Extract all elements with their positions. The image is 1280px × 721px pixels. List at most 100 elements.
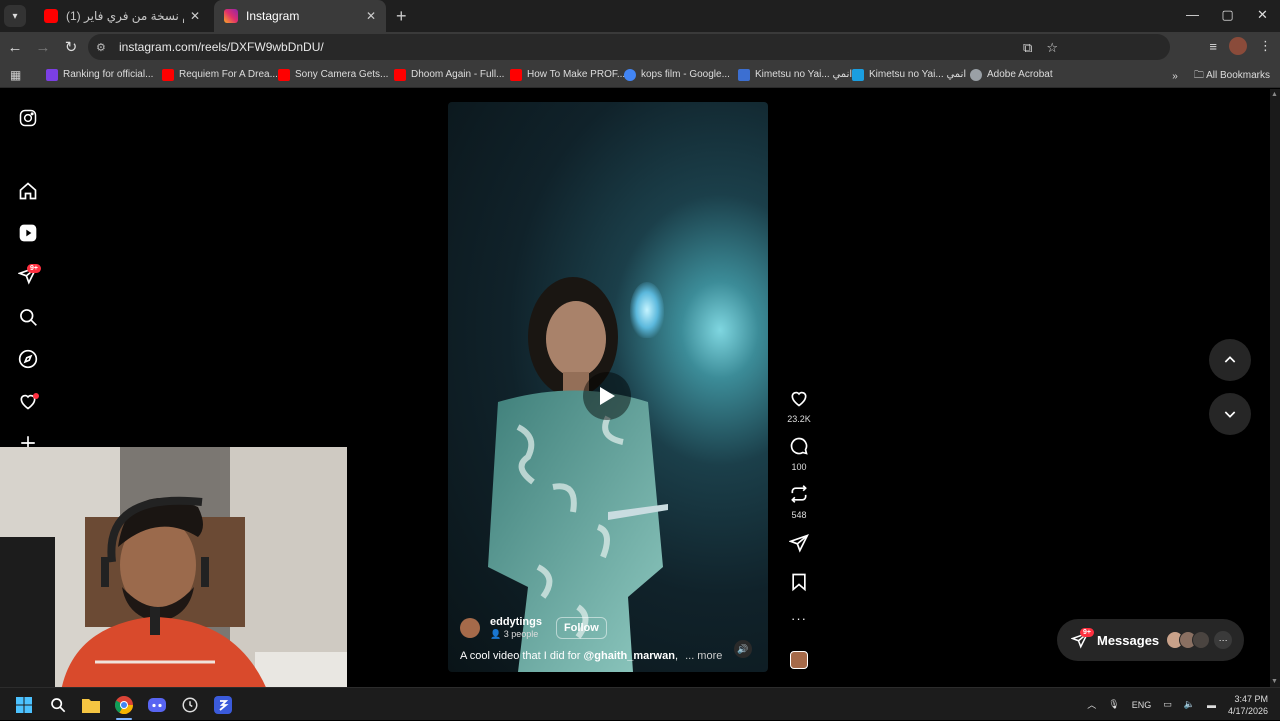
instagram-logo-icon[interactable] bbox=[17, 107, 39, 129]
bookmark-item[interactable]: Adobe Acrobat bbox=[970, 68, 1053, 81]
microphone-icon[interactable]: 🎙 bbox=[1108, 699, 1119, 710]
install-app-icon[interactable]: ⧉ bbox=[1023, 40, 1032, 56]
google-favicon-icon bbox=[624, 68, 636, 81]
bookmark-item[interactable]: Kimetsu no Yai... انمي bbox=[852, 68, 966, 81]
new-tab-button[interactable]: + bbox=[396, 6, 407, 27]
previous-reel-button[interactable] bbox=[1209, 339, 1251, 381]
bookmark-item[interactable]: How To Make PROF... bbox=[510, 68, 625, 81]
site-settings-icon[interactable]: ⚙ bbox=[96, 41, 110, 54]
comment-action[interactable]: 100 bbox=[785, 436, 813, 472]
forward-arrow-icon[interactable]: → bbox=[30, 39, 56, 56]
author-username[interactable]: eddytings bbox=[490, 616, 542, 628]
notification-dot bbox=[33, 393, 39, 399]
tab-close-icon[interactable]: ✕ bbox=[366, 9, 376, 23]
follow-button[interactable]: Follow bbox=[555, 617, 607, 639]
system-tray: ︿ 🎙 ENG ▭ 🔈 ▬ 3:47 PM 4/17/2026 bbox=[1087, 688, 1280, 721]
volume-icon[interactable]: 🔈 bbox=[1184, 699, 1195, 710]
next-reel-button[interactable] bbox=[1209, 393, 1251, 435]
browser-toolbar: ← → ↻ ⚙ instagram.com/reels/DXFW9wbDnDU/… bbox=[0, 32, 1280, 62]
bookmarks-overflow-icon[interactable]: » bbox=[1172, 71, 1178, 82]
bookmark-item[interactable]: kops film - Google... bbox=[624, 68, 730, 81]
profile-avatar[interactable] bbox=[1229, 37, 1247, 55]
bookmark-item[interactable]: Dhoom Again - Full... bbox=[394, 68, 504, 81]
windows-start-icon[interactable] bbox=[14, 695, 34, 715]
repost-count: 548 bbox=[791, 510, 807, 520]
repost-action[interactable]: 548 bbox=[785, 484, 813, 520]
comment-count: 100 bbox=[791, 462, 807, 472]
reels-icon[interactable] bbox=[17, 222, 39, 244]
bookmark-item[interactable]: Requiem For A Drea... bbox=[162, 68, 278, 81]
search-icon[interactable] bbox=[17, 306, 39, 328]
mute-toggle-icon[interactable]: 🔊 bbox=[734, 640, 752, 658]
scroll-up-arrow-icon[interactable]: ▲ bbox=[1271, 91, 1278, 98]
bookmark-item[interactable]: Kimetsu no Yai... انمي bbox=[738, 68, 852, 81]
share-action[interactable] bbox=[785, 533, 813, 558]
caption-more-link[interactable]: ... more bbox=[685, 650, 722, 662]
people-tag[interactable]: 👤 3 people bbox=[490, 629, 542, 640]
webcam-overlay bbox=[0, 447, 347, 697]
like-count: 23.2K bbox=[787, 414, 811, 424]
save-action[interactable] bbox=[785, 572, 813, 597]
like-action[interactable]: 23.2K bbox=[785, 388, 813, 424]
tab-instagram[interactable]: Instagram ✕ bbox=[214, 0, 386, 32]
battery-icon[interactable]: ▬ bbox=[1207, 700, 1216, 710]
youtube-favicon-icon bbox=[278, 68, 290, 81]
chrome-icon[interactable] bbox=[114, 695, 134, 715]
messages-button[interactable]: 9+ Messages ··· bbox=[1057, 619, 1244, 661]
like-heart-icon bbox=[791, 391, 807, 407]
caption-mention[interactable]: @ghaith_marwan bbox=[584, 650, 675, 662]
maximize-button[interactable]: ▢ bbox=[1210, 0, 1245, 32]
youtube-favicon-icon bbox=[510, 68, 522, 81]
back-arrow-icon[interactable]: ← bbox=[2, 39, 28, 56]
author-avatar[interactable] bbox=[460, 618, 480, 638]
messages-badge: 9+ bbox=[1080, 628, 1094, 637]
language-indicator[interactable]: ENG bbox=[1132, 700, 1152, 710]
reel-caption: A cool video that I did for @ghaith_marw… bbox=[460, 650, 723, 662]
bookmark-item[interactable]: Sony Camera Gets... bbox=[278, 68, 388, 81]
reel-info: eddytings 👤 3 people Follow A cool video… bbox=[460, 616, 756, 662]
chevron-down-icon bbox=[1224, 411, 1236, 418]
address-bar[interactable]: ⚙ instagram.com/reels/DXFW9wbDnDU/ ⧉ ☆ bbox=[88, 34, 1170, 60]
webcam-feed bbox=[0, 447, 347, 697]
tab-label: Instagram bbox=[246, 9, 300, 23]
share-send-icon bbox=[788, 534, 809, 553]
tab-search-button[interactable]: ▾ bbox=[4, 5, 26, 27]
bookmark-item[interactable]: Ranking for official... bbox=[46, 68, 153, 81]
play-button[interactable] bbox=[583, 372, 631, 420]
reload-icon[interactable]: ↻ bbox=[58, 38, 84, 56]
explore-compass-icon[interactable] bbox=[17, 348, 39, 370]
messages-more-icon[interactable]: ··· bbox=[1214, 631, 1233, 649]
all-bookmarks-button[interactable]: 🗀 All Bookmarks bbox=[1194, 68, 1270, 85]
reel-video[interactable]: eddytings 👤 3 people Follow A cool video… bbox=[448, 102, 768, 672]
globe-favicon-icon bbox=[970, 68, 982, 81]
tab-close-icon[interactable]: ✕ bbox=[190, 9, 200, 23]
taskbar-search-icon[interactable] bbox=[48, 695, 68, 715]
app-icon[interactable] bbox=[213, 695, 233, 715]
bookmark-star-icon[interactable]: ☆ bbox=[1046, 40, 1058, 56]
bookmark-favicon-icon bbox=[738, 68, 750, 81]
clock-app-icon[interactable] bbox=[180, 695, 200, 715]
scroll-down-arrow-icon[interactable]: ▼ bbox=[1271, 678, 1278, 685]
audio-thumbnail[interactable] bbox=[790, 651, 808, 669]
clock-date: 4/17/2026 bbox=[1227, 705, 1268, 716]
close-window-button[interactable]: ✕ bbox=[1245, 0, 1280, 32]
more-options-button[interactable]: ··· bbox=[785, 611, 813, 626]
page-scrollbar[interactable]: ▲ ▼ bbox=[1270, 89, 1280, 687]
network-icon[interactable]: ▭ bbox=[1163, 699, 1172, 710]
url-text[interactable]: instagram.com/reels/DXFW9wbDnDU/ bbox=[119, 40, 324, 54]
instagram-favicon-icon bbox=[224, 9, 238, 23]
discord-icon[interactable] bbox=[147, 695, 167, 715]
media-controls-icon[interactable]: ≡ bbox=[1209, 39, 1217, 54]
system-clock[interactable]: 3:47 PM 4/17/2026 bbox=[1228, 693, 1268, 717]
messages-label: Messages bbox=[1097, 632, 1160, 648]
youtube-favicon-icon bbox=[162, 68, 174, 81]
home-icon[interactable] bbox=[17, 180, 39, 202]
tab-label: (1) حملت اقدم نسخة من فري فاير bbox=[66, 9, 184, 23]
tab-youtube[interactable]: (1) حملت اقدم نسخة من فري فاير ✕ bbox=[34, 0, 210, 32]
file-explorer-icon[interactable] bbox=[81, 695, 101, 715]
tray-overflow-chevron-icon[interactable]: ︿ bbox=[1087, 698, 1096, 711]
bookmark-favicon-icon bbox=[852, 68, 864, 81]
minimize-button[interactable]: — bbox=[1175, 0, 1210, 32]
browser-menu-icon[interactable]: ⋮ bbox=[1259, 38, 1272, 54]
apps-grid-icon[interactable]: ▦ bbox=[10, 68, 28, 82]
